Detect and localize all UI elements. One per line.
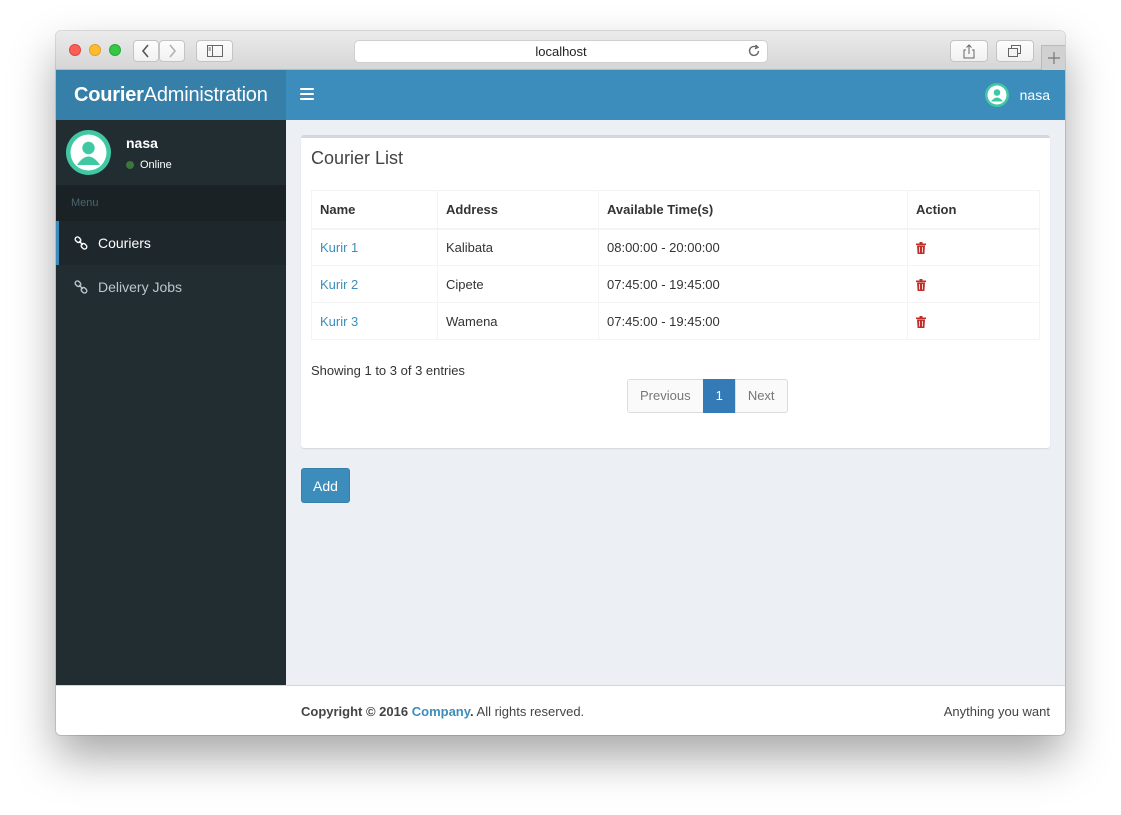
pagination: Previous 1 Next xyxy=(627,379,788,413)
share-button[interactable] xyxy=(950,40,988,62)
browser-toolbar: localhost xyxy=(56,31,1065,70)
cell-action xyxy=(907,265,1040,303)
app: Courier Administration nasa nasa Online … xyxy=(56,70,1065,735)
copyright: Copyright © 2016 Company. All rights res… xyxy=(301,704,584,719)
box-title: Courier List xyxy=(311,148,404,168)
back-button[interactable] xyxy=(133,40,159,62)
minimize-window-button[interactable] xyxy=(89,44,101,56)
status-text: Online xyxy=(140,159,172,171)
sidebar-item-couriers[interactable]: Couriers xyxy=(56,221,286,265)
link-icon xyxy=(74,236,88,250)
copyright-suffix: All rights reserved. xyxy=(473,704,585,719)
sidebar-item-label: Couriers xyxy=(98,235,151,251)
courier-link[interactable]: Kurir 1 xyxy=(320,240,358,255)
tabs-overview-button[interactable] xyxy=(996,40,1034,62)
cell-address: Kalibata xyxy=(437,228,599,266)
table-header-row: Name Address Available Time(s) Action xyxy=(311,190,1040,230)
address-bar[interactable]: localhost xyxy=(354,40,768,63)
url-text: localhost xyxy=(535,44,587,59)
column-header-time[interactable]: Available Time(s) xyxy=(598,190,908,230)
cell-time: 07:45:00 - 19:45:00 xyxy=(598,302,908,340)
courier-link[interactable]: Kurir 2 xyxy=(320,277,358,292)
cell-name: Kurir 3 xyxy=(311,302,438,340)
plus-icon xyxy=(1047,52,1060,64)
forward-button[interactable] xyxy=(159,40,185,62)
main-content: Courier List Name Address Available Time… xyxy=(286,120,1065,685)
sidebar-icon xyxy=(206,45,223,57)
cell-name: Kurir 2 xyxy=(311,265,438,303)
tabs-icon xyxy=(1008,44,1021,57)
trash-icon[interactable] xyxy=(916,316,926,329)
close-window-button[interactable] xyxy=(69,44,81,56)
previous-page-button[interactable]: Previous xyxy=(627,379,704,413)
trash-icon[interactable] xyxy=(916,242,926,255)
share-icon xyxy=(963,43,975,58)
user-menu[interactable]: nasa xyxy=(984,83,1050,107)
avatar-icon xyxy=(984,83,1009,107)
online-status: Online xyxy=(126,159,172,171)
maximize-window-button[interactable] xyxy=(109,44,121,56)
cell-name: Kurir 1 xyxy=(311,228,438,266)
cell-address: Cipete xyxy=(437,265,599,303)
column-header-address[interactable]: Address xyxy=(437,190,599,230)
courier-list-box: Courier List Name Address Available Time… xyxy=(301,135,1050,448)
column-header-action[interactable]: Action xyxy=(907,190,1040,230)
menu-header: Menu xyxy=(56,185,286,221)
cell-action xyxy=(907,302,1040,340)
copyright-prefix: Copyright © 2016 xyxy=(301,704,409,719)
menu-toggle-icon[interactable] xyxy=(300,88,314,101)
logo-rest: Administration xyxy=(143,83,268,106)
company-link[interactable]: Company xyxy=(412,704,470,719)
courier-table: Name Address Available Time(s) Action Ku… xyxy=(311,190,1040,340)
table-row: Kurir 2 Cipete 07:45:00 - 19:45:00 xyxy=(311,265,1040,303)
navbar-username: nasa xyxy=(1019,87,1050,103)
cell-time: 08:00:00 - 20:00:00 xyxy=(598,228,908,266)
table-info: Showing 1 to 3 of 3 entries xyxy=(311,363,465,378)
table-row: Kurir 1 Kalibata 08:00:00 - 20:00:00 xyxy=(311,228,1040,266)
chevron-left-icon xyxy=(141,44,149,58)
browser-window: localhost Courier Administration nasa na… xyxy=(56,31,1065,735)
cell-action xyxy=(907,228,1040,266)
top-navbar: nasa xyxy=(286,70,1065,120)
chevron-right-icon xyxy=(169,44,177,58)
user-panel: nasa Online xyxy=(56,120,286,185)
table-row: Kurir 3 Wamena 07:45:00 - 19:45:00 xyxy=(311,302,1040,340)
footer-right-text: Anything you want xyxy=(943,704,1050,719)
trash-icon[interactable] xyxy=(916,279,926,292)
sidebar-item-delivery-jobs[interactable]: Delivery Jobs xyxy=(56,265,286,309)
next-page-button[interactable]: Next xyxy=(734,379,788,413)
page-1-button[interactable]: 1 xyxy=(702,379,736,413)
reload-icon[interactable] xyxy=(747,44,761,58)
courier-link[interactable]: Kurir 3 xyxy=(320,314,358,329)
column-header-name[interactable]: Name xyxy=(311,190,438,230)
sidebar-item-label: Delivery Jobs xyxy=(98,279,183,295)
sidebar-username: nasa xyxy=(126,135,158,151)
sidebar: nasa Online Menu Couriers Delivery Jobs xyxy=(56,120,286,685)
cell-time: 07:45:00 - 19:45:00 xyxy=(598,265,908,303)
link-icon xyxy=(74,280,88,294)
avatar-icon xyxy=(66,130,111,175)
logo-bold: Courier xyxy=(74,83,144,106)
sidebar-toggle-button[interactable] xyxy=(196,40,233,62)
new-tab-button[interactable] xyxy=(1041,45,1065,70)
cell-address: Wamena xyxy=(437,302,599,340)
app-logo[interactable]: Courier Administration xyxy=(56,70,286,120)
add-button[interactable]: Add xyxy=(301,468,350,503)
status-dot-icon xyxy=(126,161,134,169)
footer: Copyright © 2016 Company. All rights res… xyxy=(56,685,1065,735)
